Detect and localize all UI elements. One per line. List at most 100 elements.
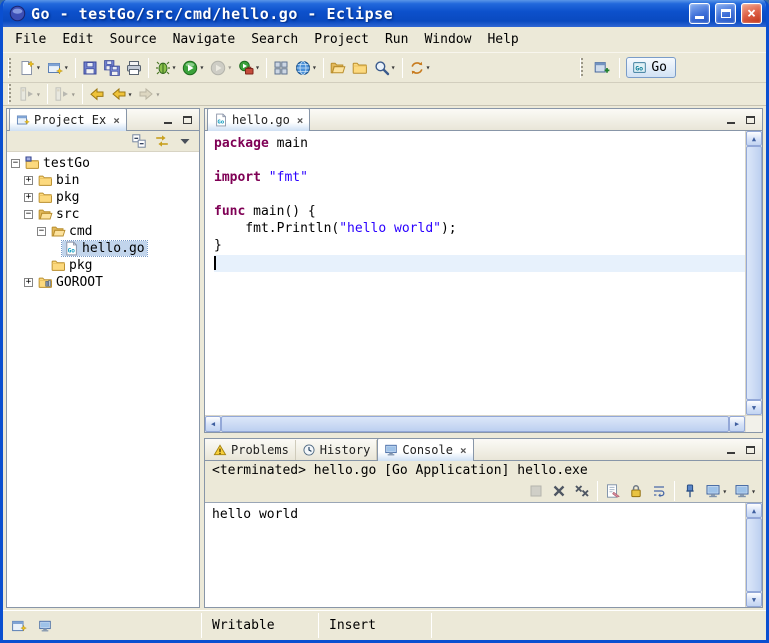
go-perspective-button[interactable]: Go	[626, 57, 676, 78]
minimize-view-icon[interactable]	[724, 444, 738, 456]
back-button[interactable]: ▾	[108, 83, 136, 105]
collapse-icon[interactable]: −	[37, 227, 46, 236]
tree-item-body[interactable]: cmd	[49, 224, 94, 239]
menu-navigate[interactable]: Navigate	[165, 29, 244, 50]
tree-item-body[interactable]: testGo	[23, 156, 92, 171]
open-console-button[interactable]: ▾	[731, 480, 759, 502]
tree-item-src[interactable]: −src	[7, 206, 199, 223]
tab-project-explorer[interactable]: Project Ex ×	[9, 108, 127, 131]
remove-launch-button[interactable]	[548, 480, 570, 502]
collapse-icon[interactable]: −	[24, 210, 33, 219]
collapse-all-button[interactable]	[128, 130, 150, 152]
display-selected-console-button[interactable]: ▾	[702, 480, 730, 502]
menu-file[interactable]: File	[7, 29, 54, 50]
tree-item-body[interactable]: pkg	[36, 190, 81, 205]
save-all-button[interactable]	[101, 57, 123, 79]
code-line[interactable]: package main	[214, 136, 745, 153]
scrollbar-thumb[interactable]	[746, 518, 762, 592]
scroll-down-icon[interactable]: ▼	[746, 400, 762, 415]
tab-console[interactable]: Console×	[377, 438, 473, 461]
remove-all-launches-button[interactable]	[571, 480, 593, 502]
print-button[interactable]	[123, 57, 145, 79]
save-button[interactable]	[79, 57, 101, 79]
maximize-view-icon[interactable]	[180, 114, 194, 126]
tree-item-pkg[interactable]: +pkg	[7, 189, 199, 206]
editor-horizontal-scrollbar[interactable]: ◀ ▶	[205, 416, 745, 432]
code-line[interactable]	[214, 153, 745, 170]
open-perspective-button[interactable]	[591, 57, 613, 79]
tree-item-body[interactable]: bin	[36, 173, 81, 188]
tree-item-cmd[interactable]: −cmd	[7, 223, 199, 240]
tree-item-pkg[interactable]: pkg	[7, 257, 199, 274]
title-bar[interactable]: Go - testGo/src/cmd/hello.go - Eclipse ×	[3, 0, 766, 27]
maximize-button[interactable]	[715, 3, 736, 24]
maximize-view-icon[interactable]	[743, 444, 757, 456]
scroll-left-icon[interactable]: ◀	[205, 416, 221, 432]
search-button[interactable]: ▾	[371, 57, 399, 79]
external-tools-button[interactable]: ▾	[235, 57, 263, 79]
tree-item-goroot[interactable]: +GOROOT	[7, 274, 199, 291]
scroll-up-icon[interactable]: ▲	[746, 503, 762, 518]
console-vertical-scrollbar[interactable]: ▲ ▼	[745, 503, 762, 607]
debug-button[interactable]: ▾	[152, 57, 180, 79]
expand-icon[interactable]: +	[24, 176, 33, 185]
scroll-lock-button[interactable]	[625, 480, 647, 502]
tab-history[interactable]: History	[296, 440, 378, 460]
menu-source[interactable]: Source	[102, 29, 165, 50]
close-view-icon[interactable]: ×	[113, 114, 120, 127]
open-browser-button[interactable]: ▾	[292, 57, 320, 79]
close-editor-icon[interactable]: ×	[297, 114, 304, 127]
code-line[interactable]: func main() {	[214, 204, 745, 221]
word-wrap-button[interactable]	[648, 480, 670, 502]
tab-hello-go[interactable]: hello.go ×	[207, 108, 310, 131]
tree-item-testgo[interactable]: −testGo	[7, 155, 199, 172]
scroll-up-icon[interactable]: ▲	[746, 131, 762, 146]
menu-run[interactable]: Run	[377, 29, 416, 50]
menu-search[interactable]: Search	[243, 29, 306, 50]
minimize-view-icon[interactable]	[724, 114, 738, 126]
toolbar-drag-handle-icon[interactable]	[8, 84, 11, 104]
code-line-current[interactable]	[214, 255, 745, 272]
clear-console-button[interactable]	[602, 480, 624, 502]
scroll-down-icon[interactable]: ▼	[746, 592, 762, 607]
minimize-button[interactable]	[689, 3, 710, 24]
close-console-icon[interactable]: ×	[460, 444, 467, 457]
maximize-view-icon[interactable]	[743, 114, 757, 126]
run-button[interactable]: ▾	[179, 57, 207, 79]
new-go-package-button[interactable]	[270, 57, 292, 79]
menu-help[interactable]: Help	[479, 29, 526, 50]
close-button[interactable]: ×	[741, 3, 762, 24]
expand-icon[interactable]: +	[24, 193, 33, 202]
scrollbar-thumb[interactable]	[221, 416, 729, 432]
scroll-right-icon[interactable]: ▶	[729, 416, 745, 432]
console-output[interactable]: hello world	[205, 503, 745, 607]
open-resource-button[interactable]	[349, 57, 371, 79]
pin-console-button[interactable]	[679, 480, 701, 502]
view-menu-button[interactable]	[174, 130, 196, 152]
code-line[interactable]	[214, 187, 745, 204]
tree-item-hello-go[interactable]: hello.go	[7, 240, 199, 257]
menu-edit[interactable]: Edit	[54, 29, 101, 50]
scrollbar-thumb[interactable]	[746, 146, 762, 400]
menu-window[interactable]: Window	[416, 29, 479, 50]
code-line[interactable]: fmt.Println("hello world");	[214, 221, 745, 238]
perspective-bar-handle-icon[interactable]	[580, 58, 583, 78]
new-go-element-button[interactable]: ▾	[44, 57, 72, 79]
collapse-icon[interactable]: −	[11, 159, 20, 168]
code-area[interactable]: package mainimport "fmt"func main() { fm…	[205, 131, 745, 415]
open-type-button[interactable]	[327, 57, 349, 79]
team-sync-button[interactable]: ▾	[406, 57, 434, 79]
fast-view-button[interactable]	[8, 615, 30, 637]
minimize-view-icon[interactable]	[161, 114, 175, 126]
toolbar-drag-handle-icon[interactable]	[8, 58, 11, 78]
tree-item-body[interactable]: pkg	[49, 258, 94, 273]
link-with-editor-button[interactable]	[151, 130, 173, 152]
tree-item-bin[interactable]: +bin	[7, 172, 199, 189]
console-trim-button[interactable]	[34, 615, 56, 637]
menu-project[interactable]: Project	[306, 29, 377, 50]
tree-item-body[interactable]: GOROOT	[36, 275, 105, 290]
new-wizard-button[interactable]: ▾	[16, 57, 44, 79]
code-line[interactable]: }	[214, 238, 745, 255]
tab-problems[interactable]: Problems	[207, 440, 296, 460]
tree-item-body[interactable]: src	[36, 207, 81, 222]
